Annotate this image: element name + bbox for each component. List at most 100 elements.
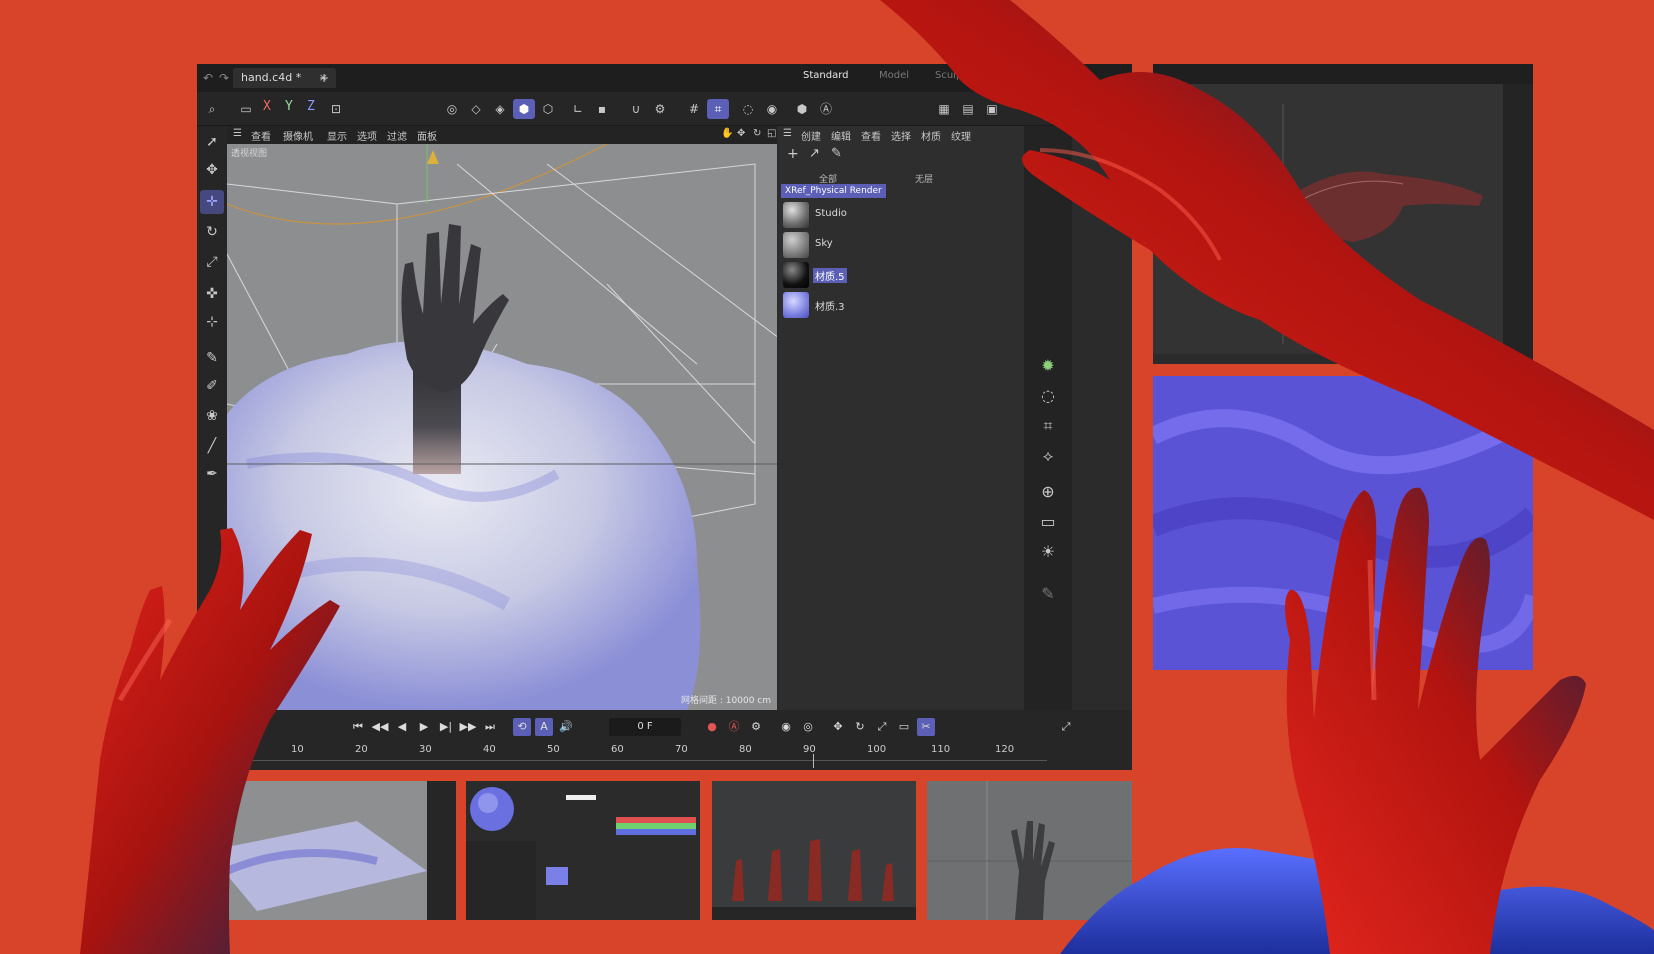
paint-tool-icon[interactable]: ❀ — [200, 404, 224, 428]
move-view-icon[interactable]: ✥ — [737, 128, 745, 139]
axis-y-toggle[interactable]: Y — [285, 99, 293, 114]
link-arrow-icon[interactable]: ↗ — [809, 146, 820, 161]
current-frame-field[interactable]: 0 F — [609, 718, 681, 736]
transform-tool-icon[interactable]: ✜ — [200, 282, 224, 306]
list-item[interactable]: 材质.3 — [781, 290, 1022, 319]
search-icon[interactable]: ⌕ — [201, 99, 223, 119]
loop-icon[interactable]: ⟲ — [513, 718, 531, 736]
move-key-icon[interactable]: ✥ — [829, 718, 847, 736]
render-settings-icon[interactable]: ▣ — [981, 99, 1003, 119]
add-icon[interactable]: + — [787, 146, 799, 162]
knife-tool-icon[interactable]: ✒ — [200, 462, 224, 486]
render-region-icon[interactable]: ◌ — [737, 99, 759, 119]
next-key-icon[interactable]: ▶▶ — [459, 718, 477, 736]
filter-none[interactable]: 无层 — [915, 172, 933, 185]
list-item[interactable]: 材质.5 — [781, 260, 1022, 289]
menu-select[interactable]: 选择 — [891, 128, 911, 143]
snap-icon[interactable]: ⌗ — [707, 99, 729, 119]
environment-icon[interactable]: ⊕ — [1036, 480, 1060, 504]
record-icon[interactable]: ● — [703, 718, 721, 736]
filter-all[interactable]: 全部 — [819, 172, 837, 185]
layout-tab-uv-edit[interactable]: UV Edit — [993, 70, 1030, 81]
light-icon[interactable]: ☀ — [1036, 540, 1060, 564]
eyedropper-icon[interactable]: ✎ — [831, 146, 842, 161]
magnet-icon[interactable]: ∪ — [625, 99, 647, 119]
prev-key-icon[interactable]: ◀◀ — [371, 718, 389, 736]
primitive-cube-icon[interactable]: ⌗ — [1036, 414, 1060, 438]
cube-icon[interactable]: ⬢ — [791, 99, 813, 119]
new-tab-button[interactable]: + — [315, 69, 333, 87]
spline-icon[interactable]: ⟡ — [1036, 444, 1060, 468]
play-icon[interactable]: ▶ — [415, 718, 433, 736]
auto-key-icon[interactable]: Ⓐ — [815, 99, 837, 119]
playback-rate-icon[interactable]: A — [535, 718, 553, 736]
menu-panel[interactable]: 面板 — [417, 128, 437, 143]
spline-pen-icon[interactable]: ✎ — [200, 346, 224, 370]
polygons-mode-icon[interactable]: ◈ — [489, 99, 511, 119]
gear-green-icon[interactable]: ✹ — [1036, 354, 1060, 378]
object-mode-icon[interactable]: ⬢ — [513, 99, 535, 119]
sound-icon[interactable]: 🔊 — [557, 718, 575, 736]
menu-create[interactable]: 创建 — [801, 128, 821, 143]
menu-texture[interactable]: 纹理 — [951, 128, 971, 143]
layout-tab-model[interactable]: Model — [879, 70, 909, 81]
render-picture-icon[interactable]: ▤ — [957, 99, 979, 119]
timeline-ruler[interactable]: 0 10 20 30 40 50 60 70 80 90 100 110 120 — [227, 744, 1117, 768]
viewport-menu-icon[interactable]: ☰ — [233, 128, 242, 139]
expand-timeline-icon[interactable]: ⤢ — [1057, 718, 1075, 736]
go-to-end-icon[interactable]: ⏭ — [481, 718, 499, 736]
keyframe-selection-icon[interactable]: ⚙ — [747, 718, 765, 736]
layout-tab-standard[interactable]: Standard — [803, 70, 849, 81]
render-view-icon[interactable]: ◉ — [761, 99, 783, 119]
menu-filter[interactable]: 过滤 — [387, 128, 407, 143]
list-item[interactable]: Sky — [781, 230, 1022, 259]
deformer-icon[interactable]: ◌ — [1036, 384, 1060, 408]
camera-icon[interactable]: ▭ — [1036, 510, 1060, 534]
rotate-key-icon[interactable]: ↻ — [851, 718, 869, 736]
playhead[interactable] — [227, 744, 235, 758]
menu-material[interactable]: 材质 — [921, 128, 941, 143]
sketch-tool-icon[interactable]: ✐ — [200, 374, 224, 398]
menu-view[interactable]: 查看 — [251, 128, 271, 143]
rotate-tool-icon[interactable]: ↻ — [200, 220, 224, 244]
key-rotation-icon[interactable]: ◎ — [799, 718, 817, 736]
points-mode-icon[interactable]: ◎ — [441, 99, 463, 119]
menu-options[interactable]: 选项 — [357, 128, 377, 143]
parameter-key-icon[interactable]: ▭ — [895, 718, 913, 736]
snap-settings-icon[interactable]: ⚙ — [649, 99, 671, 119]
menu-camera[interactable]: 摄像机 — [283, 128, 313, 143]
axis-z-toggle[interactable]: Z — [307, 99, 315, 114]
maximize-view-icon[interactable]: ◱ — [767, 128, 776, 139]
perspective-viewport[interactable]: 透视视图 网格间距 : 10000 cm — [227, 144, 777, 710]
axis-mode-icon[interactable]: ∟ — [567, 99, 589, 119]
menu-edit[interactable]: 编辑 — [831, 128, 851, 143]
render-to-viewer-icon[interactable]: ▦ — [933, 99, 955, 119]
menu-view-panel[interactable]: 查看 — [861, 128, 881, 143]
menu-display[interactable]: 显示 — [327, 128, 347, 143]
redo-icon[interactable]: ↷ — [215, 69, 233, 87]
grid-snap-icon[interactable]: # — [683, 99, 705, 119]
render-setting-tag[interactable]: XRef_Physical Render — [781, 184, 886, 198]
pen-disabled-icon[interactable]: ✎ — [1036, 582, 1060, 606]
live-selection-icon[interactable]: ➚ — [200, 130, 224, 154]
scale-key-icon[interactable]: ⤢ — [873, 718, 891, 736]
move-tool-icon[interactable]: ✛ — [200, 190, 224, 214]
key-position-icon[interactable]: ◉ — [777, 718, 795, 736]
scale-tool-icon[interactable]: ⤢ — [200, 250, 224, 274]
go-to-start-icon[interactable]: ⏮ — [349, 718, 367, 736]
brush-tool-icon[interactable]: ╱ — [200, 434, 224, 458]
coordinate-system-icon[interactable]: ⊡ — [325, 99, 347, 119]
next-frame-icon[interactable]: ▶| — [437, 718, 455, 736]
autokey-icon[interactable]: Ⓐ — [725, 718, 743, 736]
rotate-view-icon[interactable]: ↻ — [753, 128, 761, 139]
pan-view-icon[interactable]: ✋ — [721, 128, 733, 139]
workplane-icon[interactable]: ▪ — [591, 99, 613, 119]
model-mode-icon[interactable]: ▭ — [235, 99, 257, 119]
edges-mode-icon[interactable]: ◇ — [465, 99, 487, 119]
prev-frame-icon[interactable]: ◀ — [393, 718, 411, 736]
texture-mode-icon[interactable]: ⬡ — [537, 99, 559, 119]
layout-tab-sculpt[interactable]: Sculpt — [935, 70, 966, 81]
list-item[interactable]: Studio — [781, 200, 1022, 229]
place-tool-icon[interactable]: ⊹ — [200, 310, 224, 334]
panel-menu-icon[interactable]: ☰ — [783, 128, 792, 139]
